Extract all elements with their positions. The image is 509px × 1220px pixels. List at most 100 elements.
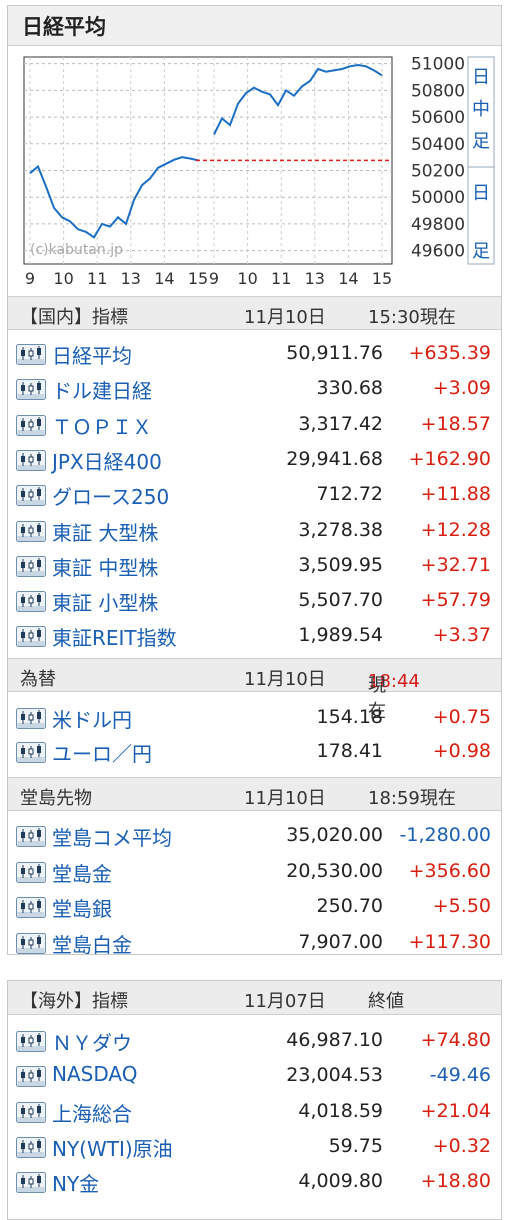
chart-icon[interactable] <box>16 932 46 954</box>
dojima-header: 堂島先物 11月10日 18:59現在 <box>8 777 501 811</box>
domestic-name-link[interactable]: 日経平均 <box>52 340 132 369</box>
world-header: 【海外】指標 11月07日 終値 <box>8 981 501 1015</box>
dojima-name-link[interactable]: 堂島金 <box>52 858 112 887</box>
dojima-price: 20,530.00 <box>286 859 383 882</box>
chart-icon[interactable] <box>16 344 46 365</box>
dojima-price: 7,907.00 <box>298 930 383 953</box>
domestic-price: 3,278.38 <box>298 518 383 541</box>
tab-daily-char: 日 <box>472 183 490 204</box>
world-change: +21.04 <box>420 1099 491 1122</box>
world-name-link[interactable]: 上海総合 <box>52 1098 132 1127</box>
domestic-row: ＴＯＰＩＸ 3,317.42 +18.57 <box>8 407 501 442</box>
chart-icon[interactable] <box>16 742 46 763</box>
domestic-name-link[interactable]: 東証 中型株 <box>52 552 158 581</box>
fx-row: 米ドル円 154.18 +0.75 <box>8 700 501 735</box>
x-tick-label: 11 <box>271 269 291 288</box>
domestic-price: 29,941.68 <box>286 447 383 470</box>
world-row: ＮＹダウ 46,987.10 +74.80 <box>8 1023 501 1058</box>
world-name-link[interactable]: NY金 <box>52 1168 99 1197</box>
x-tick-label: 10 <box>53 269 73 288</box>
domestic-row: 東証REIT指数 1,989.54 +3.37 <box>8 618 501 653</box>
dojima-name-link[interactable]: 堂島銀 <box>52 893 112 922</box>
dojima-change: +356.60 <box>408 859 491 882</box>
tab-intraday-char: 中 <box>472 99 490 120</box>
market-card-domestic: 日経平均 51000 50800 50600 50400 50200 50000 49800… <box>7 5 502 958</box>
domestic-name-link[interactable]: 東証REIT指数 <box>52 622 177 651</box>
dojima-name-link[interactable]: 堂島コメ平均 <box>52 822 172 851</box>
fx-header-title: 為替 <box>20 669 56 690</box>
domestic-name-link[interactable]: ドル建日経 <box>52 375 152 404</box>
domestic-price: 5,507.70 <box>298 589 383 612</box>
domestic-row: 東証 大型株 3,278.38 +12.28 <box>8 513 501 548</box>
chart-icon[interactable] <box>16 1136 46 1158</box>
chart-icon[interactable] <box>16 591 46 613</box>
domestic-change: +635.39 <box>408 342 491 364</box>
y-tick-label: 50000 <box>411 188 465 208</box>
chart-icon[interactable] <box>16 708 46 729</box>
domestic-name-link[interactable]: 東証 小型株 <box>52 587 158 616</box>
fx-name-link[interactable]: ユーロ／円 <box>52 738 152 767</box>
chart-icon[interactable] <box>16 485 46 507</box>
chart-icon[interactable] <box>16 626 46 648</box>
dojima-header-time: 18:59現在 <box>368 788 456 809</box>
chart-icon[interactable] <box>16 555 46 577</box>
domestic-name-link[interactable]: JPX日経400 <box>52 446 162 475</box>
chart-icon[interactable] <box>16 826 46 847</box>
y-tick-label: 49600 <box>411 242 465 262</box>
dojima-row: 堂島銀 250.70 +5.50 <box>8 889 501 924</box>
y-tick-label: 50200 <box>411 162 465 182</box>
chart-icon[interactable] <box>16 449 46 471</box>
domestic-price: 3,509.95 <box>298 553 383 576</box>
chart-icon[interactable] <box>16 414 46 436</box>
dojima-change: +117.30 <box>408 930 491 953</box>
chart-icon[interactable] <box>16 520 46 542</box>
domestic-name-link[interactable]: 東証 大型株 <box>52 517 158 546</box>
domestic-name-link[interactable]: ＴＯＰＩＸ <box>52 411 152 440</box>
domestic-header-time: 15:30現在 <box>368 307 456 328</box>
chart-icon[interactable] <box>16 1066 46 1088</box>
chart-icon[interactable] <box>16 897 46 918</box>
fx-change: +0.75 <box>432 706 491 728</box>
world-row: NY金 4,009.80 +18.80 <box>8 1164 501 1199</box>
fx-name-link[interactable]: 米ドル円 <box>52 704 132 733</box>
domestic-row: ドル建日経 330.68 +3.09 <box>8 371 501 406</box>
x-tick-label: 15 <box>188 269 208 288</box>
dojima-header-date: 11月10日 <box>244 788 326 809</box>
domestic-price: 3,317.42 <box>298 412 383 435</box>
world-name-link[interactable]: NASDAQ <box>52 1062 137 1086</box>
world-name-link[interactable]: ＮＹダウ <box>52 1027 132 1056</box>
domestic-change: +57.79 <box>420 589 491 612</box>
chart-icon[interactable] <box>16 1031 46 1052</box>
chart-icon[interactable] <box>16 1101 46 1123</box>
chart-icon[interactable] <box>16 379 46 401</box>
x-tick-label: 15 <box>372 269 392 288</box>
domestic-change: +18.57 <box>420 412 491 435</box>
tab-intraday-char: 足 <box>472 131 490 152</box>
dojima-price: 35,020.00 <box>286 824 383 846</box>
y-tick-label: 50600 <box>411 108 465 128</box>
watermark: (c)kabutan.jp <box>30 242 123 258</box>
domestic-change: +162.90 <box>408 447 491 470</box>
nikkei-intraday-chart[interactable]: 51000 50800 50600 50400 50200 50000 49800 49600… <box>20 49 496 294</box>
market-card-world: 【海外】指標 11月07日 終値 ＮＹダウ 46,987.10 +74.80 NASD… <box>7 980 502 1220</box>
world-header-time: 終値 <box>368 991 404 1012</box>
fx-price: 178.41 <box>316 740 383 762</box>
domestic-header-date: 11月10日 <box>244 307 326 328</box>
fx-header-date: 11月10日 <box>244 669 326 690</box>
chart-icon[interactable] <box>16 1172 46 1194</box>
world-price: 23,004.53 <box>286 1064 383 1087</box>
tab-daily-char: 足 <box>472 241 490 262</box>
chart-title: 日経平均 <box>8 6 501 46</box>
dojima-price: 250.70 <box>316 895 383 917</box>
domestic-name-link[interactable]: グロース250 <box>52 481 169 510</box>
domestic-row: 日経平均 50,911.76 +635.39 <box>8 336 501 371</box>
world-price: 46,987.10 <box>286 1029 383 1051</box>
x-tick-label: 14 <box>338 269 358 288</box>
dojima-name-link[interactable]: 堂島白金 <box>52 929 132 958</box>
domestic-header-title: 【国内】指標 <box>20 307 128 328</box>
world-price: 4,018.59 <box>298 1099 383 1122</box>
chart-icon[interactable] <box>16 861 46 883</box>
world-name-link[interactable]: NY(WTI)原油 <box>52 1133 173 1162</box>
domestic-price: 50,911.76 <box>286 342 383 364</box>
domestic-change: +11.88 <box>420 483 491 506</box>
